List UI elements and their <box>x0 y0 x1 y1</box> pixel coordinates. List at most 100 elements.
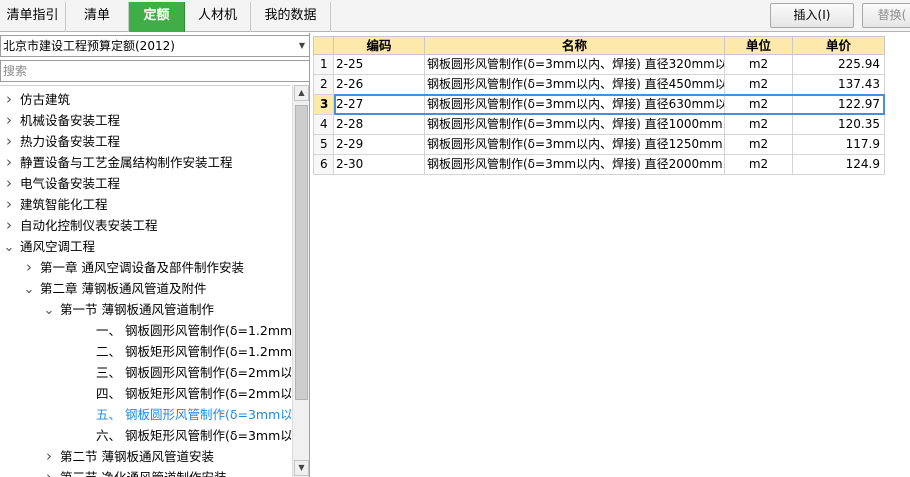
tree-node[interactable]: › 静置设备与工艺金属结构制作安装工程 <box>2 152 233 173</box>
chevron-down-icon[interactable]: ⌄ <box>22 279 36 300</box>
tree-scrollbar[interactable]: ▲ ▼ <box>292 85 309 477</box>
tab-my-data[interactable]: 我的数据 <box>251 2 331 32</box>
chevron-right-icon[interactable]: › <box>2 89 16 110</box>
chevron-right-icon[interactable]: › <box>42 446 56 467</box>
chevron-down-icon[interactable]: ⌄ <box>2 237 16 258</box>
tree-node-label: 建筑智能化工程 <box>20 197 108 212</box>
grid-cell-price[interactable]: 122.97 <box>793 95 885 115</box>
grid-header-price[interactable]: 单价 <box>793 36 885 55</box>
chevron-right-icon[interactable]: › <box>2 173 16 194</box>
tree-node-label: 电气设备安装工程 <box>20 176 121 191</box>
scroll-thumb[interactable] <box>295 105 308 400</box>
chevron-right-icon[interactable]: › <box>2 152 16 173</box>
tree-node[interactable]: ⌄ 第一节 薄钢板通风管道制作 <box>42 299 214 320</box>
grid-cell-name[interactable]: 钢板圆形风管制作(δ=3mm以内、焊接) 直径320mm以内 <box>425 55 725 75</box>
grid-cell-name[interactable]: 钢板圆形风管制作(δ=3mm以内、焊接) 直径630mm以内 <box>425 95 725 115</box>
tree-node[interactable]: ⌄ 第二章 薄钢板通风管道及附件 <box>22 278 207 300</box>
grid-cell-unit[interactable]: m2 <box>725 75 793 95</box>
grid-cell-price[interactable]: 120.35 <box>793 115 885 135</box>
grid-cell-unit[interactable]: m2 <box>725 135 793 155</box>
quota-book-select[interactable]: 北京市建设工程预算定额(2012) ▼ <box>0 35 310 57</box>
grid-header-rownum <box>313 36 334 55</box>
app-window: 清单指引 清单 定额 人材机 我的数据 插入(I) 替换( 北京市建设工程预算定… <box>0 0 910 477</box>
grid-cell-unit[interactable]: m2 <box>725 155 793 175</box>
quota-tree: › 仿古建筑 › 机械设备安装工程 › 热力设备安装工程 › 静置设备与工艺金属结构制作安装工… <box>0 85 291 477</box>
grid-cell-name[interactable]: 钢板圆形风管制作(δ=3mm以内、焊接) 直径1000mm以内 <box>425 115 725 135</box>
grid-cell-price[interactable]: 124.9 <box>793 155 885 175</box>
tree-node[interactable]: ⌄ 通风空调工程 <box>2 236 95 257</box>
chevron-right-icon[interactable]: › <box>22 257 36 278</box>
grid-header-unit[interactable]: 单位 <box>725 36 793 55</box>
tree-node-label: 第二章 薄钢板通风管道及附件 <box>40 281 207 296</box>
grid-cell-code[interactable]: 2-29 <box>334 135 425 155</box>
tree-node[interactable]: 一、 钢板圆形风管制作(δ=1.2mm以… <box>78 320 291 341</box>
tab-list[interactable]: 清单 <box>66 2 129 32</box>
tree-node-label: 三、 钢板圆形风管制作(δ=2mm以内… <box>96 365 291 380</box>
tree-node[interactable]: › 第一章 通风空调设备及部件制作安装 <box>22 257 244 278</box>
tab-list-guide[interactable]: 清单指引 <box>0 2 66 32</box>
grid-cell-code[interactable]: 2-28 <box>334 115 425 135</box>
grid-cell-code[interactable]: 2-25 <box>334 55 425 75</box>
tree-node[interactable]: 三、 钢板圆形风管制作(δ=2mm以内… <box>78 362 291 383</box>
tree-node[interactable]: › 建筑智能化工程 <box>2 194 108 215</box>
tree-node[interactable]: 五、 钢板圆形风管制作(δ=3mm以内… <box>78 404 291 425</box>
tree-node[interactable]: › 第三节 净化通风管道制作安装 <box>42 467 226 477</box>
grid-cell-price[interactable]: 225.94 <box>793 55 885 75</box>
grid-cell-rownum[interactable]: 6 <box>313 155 334 175</box>
tab-labor-material-machine[interactable]: 人材机 <box>185 2 251 32</box>
insert-button[interactable]: 插入(I) <box>770 3 854 28</box>
grid-cell-code[interactable]: 2-26 <box>334 75 425 95</box>
tree-node[interactable]: 四、 钢板矩形风管制作(δ=2mm以内… <box>78 383 291 404</box>
tree-node-label: 第二节 薄钢板通风管道安装 <box>60 449 214 464</box>
chevron-right-icon[interactable]: › <box>2 110 16 131</box>
tree-node[interactable]: › 电气设备安装工程 <box>2 173 120 194</box>
chevron-down-icon: ▼ <box>298 41 305 50</box>
grid-header-name[interactable]: 名称 <box>425 36 725 55</box>
tree-node[interactable]: 二、 钢板矩形风管制作(δ=1.2mm以… <box>78 341 291 362</box>
tree-node-label: 二、 钢板矩形风管制作(δ=1.2mm以… <box>96 344 291 359</box>
search-input[interactable]: 搜索 <box>0 60 310 82</box>
chevron-right-icon[interactable]: › <box>2 215 16 236</box>
grid-cell-name[interactable]: 钢板圆形风管制作(δ=3mm以内、焊接) 直径1250mm以内 <box>425 135 725 155</box>
grid-cell-code[interactable]: 2-27 <box>334 95 425 115</box>
grid-cell-rownum[interactable]: 5 <box>313 135 334 155</box>
tree-node[interactable]: › 仿古建筑 <box>2 89 70 110</box>
tree-node[interactable]: › 热力设备安装工程 <box>2 131 120 152</box>
tree-node-label: 四、 钢板矩形风管制作(δ=2mm以内… <box>96 386 291 401</box>
grid-cell-name[interactable]: 钢板圆形风管制作(δ=3mm以内、焊接) 直径2000mm以内 <box>425 155 725 175</box>
tab-quota[interactable]: 定额 <box>129 2 185 32</box>
grid-cell-unit[interactable]: m2 <box>725 95 793 115</box>
tree-node-label: 热力设备安装工程 <box>20 134 121 149</box>
chevron-right-icon[interactable]: › <box>2 194 16 215</box>
grid-cell-unit[interactable]: m2 <box>725 55 793 75</box>
grid-cell-rownum[interactable]: 2 <box>313 75 334 95</box>
tree-node-label: 第一节 薄钢板通风管道制作 <box>60 302 214 317</box>
tree-node[interactable]: › 机械设备安装工程 <box>2 110 120 131</box>
chevron-right-icon[interactable]: › <box>2 131 16 152</box>
grid-cell-code[interactable]: 2-30 <box>334 155 425 175</box>
grid-header-code[interactable]: 编码 <box>334 36 425 55</box>
grid-cell-name[interactable]: 钢板圆形风管制作(δ=3mm以内、焊接) 直径450mm以内 <box>425 75 725 95</box>
tree-node-label: 自动化控制仪表安装工程 <box>20 218 158 233</box>
scroll-down-icon[interactable]: ▼ <box>294 460 309 476</box>
scroll-up-icon[interactable]: ▲ <box>294 85 309 101</box>
chevron-right-icon[interactable]: › <box>42 467 56 477</box>
grid-cell-price[interactable]: 117.9 <box>793 135 885 155</box>
tree-node[interactable]: › 自动化控制仪表安装工程 <box>2 215 158 236</box>
grid-cell-unit[interactable]: m2 <box>725 115 793 135</box>
grid-cell-rownum[interactable]: 3 <box>313 95 334 115</box>
grid-cell-price[interactable]: 137.43 <box>793 75 885 95</box>
chevron-down-icon[interactable]: ⌄ <box>42 300 56 321</box>
grid-cell-rownum[interactable]: 1 <box>313 55 334 75</box>
replace-button[interactable]: 替换( <box>862 3 910 28</box>
tree-node[interactable]: › 第二节 薄钢板通风管道安装 <box>42 446 214 467</box>
quota-book-value: 北京市建设工程预算定额(2012) <box>3 39 175 53</box>
tree-node-label: 第三节 净化通风管道制作安装 <box>60 470 226 477</box>
tree-node-label: 五、 钢板圆形风管制作(δ=3mm以内… <box>96 407 291 422</box>
tree-node-label: 仿古建筑 <box>20 92 71 107</box>
grid-cell-rownum[interactable]: 4 <box>313 115 334 135</box>
tree-node-label: 通风空调工程 <box>20 239 96 254</box>
tree-node-label: 第一章 通风空调设备及部件制作安装 <box>40 260 244 275</box>
tree-node[interactable]: 六、 钢板矩形风管制作(δ=3mm以内… <box>78 425 291 446</box>
quota-tree-panel: 北京市建设工程预算定额(2012) ▼ 搜索 › 仿古建筑 › 机械设备安装工程 › 热力… <box>0 33 310 477</box>
